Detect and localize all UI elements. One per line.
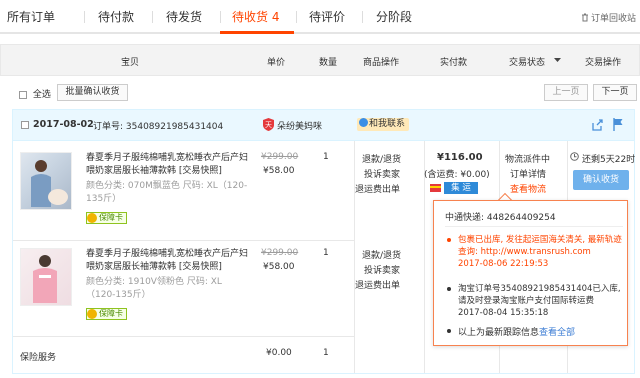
guarantee-label: 保障卡 [99,213,123,222]
contact-seller-label: 和我联系 [369,119,406,129]
tab-divider [152,11,153,23]
tracking-event-text: 包裹已出库, 发往起运国海关清关, 最新轨迹查询: http://www.tra… [458,235,622,257]
original-price: ¥299.00 [261,248,299,258]
item-spec: 颜色分类: 1910V领粉色 尺码: XL（120-135斤） [86,277,222,300]
select-all-label: 全选 [32,90,51,100]
item-title[interactable]: 春夏季月子服纯棉哺乳宽松睡衣产后产妇喂奶家居服长袖薄款韩 [交易快照] [86,152,251,178]
tab-divider [84,11,85,23]
freight-link[interactable]: 退运费出单 [355,278,400,291]
refund-link[interactable]: 退款/退货 [362,152,401,165]
item-spec: 颜色分类: 070M飘蓝色 尺码: XL（120-135斤） [86,181,248,204]
courier-tracking-number: 中通快递: 448264409254 [445,213,556,223]
guarantee-badge[interactable]: 保障卡 [86,212,127,224]
tab-divider [362,11,363,23]
select-all-checkbox[interactable] [19,90,27,99]
view-logistics-link[interactable]: 查看物流 [510,182,546,195]
trash-icon [581,13,588,22]
confirm-receipt-button[interactable]: 确认收货 [573,170,629,190]
prev-page-button[interactable]: 上一页 [544,84,588,101]
tab-pending-payment[interactable]: 待付款 [98,8,134,25]
complain-link[interactable]: 投诉卖家 [364,263,400,276]
complain-link[interactable]: 投诉卖家 [364,167,400,180]
tab-all[interactable]: 所有订单 [7,8,55,25]
order-number: 订单号: 35408921985431404 [93,122,224,132]
tracking-footer: 以上为最新跟踪信息查看全部 [458,325,575,338]
view-all-link[interactable]: 查看全部 [539,328,575,338]
col-price: 单价 [267,58,286,68]
event-dot [447,329,451,333]
logistics-status: 物流派件中 [505,155,551,165]
tab-divider [220,11,221,23]
clock-icon [570,152,579,161]
order-header: 2017-08-02 订单号: 35408921985431404 天 朵纷美妈… [12,109,635,141]
unit-price: ¥58.00 [263,262,295,272]
tracking-event-time: 2017-08-04 15:35:18 [458,308,549,318]
product-image[interactable] [20,248,72,306]
col-ops: 商品操作 [363,58,400,68]
shipping-fee: (含运费: ¥0.00) [424,170,490,180]
total-paid: ¥116.00 [437,152,483,163]
tracking-event-time: 2017-08-06 22:19:53 [458,259,549,269]
tracking-event-latest: 包裹已出库, 发往起运国海关清关, 最新轨迹查询: http://www.tra… [458,234,624,270]
event-dot [447,287,451,291]
tracking-footer-text: 以上为最新跟踪信息 [458,328,540,338]
refund-link[interactable]: 退款/退货 [362,248,401,261]
recycle-bin-label: 订单回收站 [590,14,636,24]
batch-confirm-button[interactable]: 批量确认收货 [57,84,128,101]
quantity: 1 [323,152,329,162]
col-status[interactable]: 交易状态 [509,55,545,68]
freight-link[interactable]: 退运费出单 [355,182,400,195]
select-all[interactable]: 全选 [19,87,51,100]
event-dot [447,238,451,242]
column-header: 宝贝 单价 数量 商品操作 实付款 交易状态 交易操作 [0,44,640,76]
insurance-price: ¥0.00 [266,348,292,358]
order-date: 2017-08-02 [33,119,94,130]
contact-seller[interactable]: 和我联系 [357,118,410,131]
consolidated-shipping-tag: 集 运 [444,182,478,194]
tab-staged[interactable]: 分阶段 [376,8,412,25]
item-title[interactable]: 春夏季月子服纯棉哺乳宽松睡衣产后产妇喂奶家居服长袖薄款韩 [交易快照] [86,248,251,274]
tab-pending-review[interactable]: 待评价 [309,8,345,25]
card-icon [430,184,441,192]
insurance-label: 保险服务 [20,353,57,363]
tab-divider [296,11,297,23]
tab-pending-shipment[interactable]: 待发货 [166,8,202,25]
tracking-event-text: 淘宝订单号35408921985431404已入库, 请及时登录淘宝账户支付国际… [458,284,621,306]
unit-price: ¥58.00 [263,166,295,176]
active-tab-indicator [220,31,294,34]
guarantee-icon [87,213,97,223]
original-price: ¥299.00 [261,152,299,162]
col-qty: 数量 [319,58,338,68]
countdown: 还剩5天22时 [582,155,636,165]
order-detail-link[interactable]: 订单详情 [510,167,546,180]
product-image[interactable] [20,152,72,210]
flag-icon[interactable] [613,118,623,131]
tracking-popover: 中通快递: 448264409254 包裹已出库, 发往起运国海关清关, 最新轨… [433,200,628,346]
order-checkbox[interactable] [21,121,29,129]
guarantee-badge[interactable]: 保障卡 [86,308,127,320]
tracking-event: 淘宝订单号35408921985431404已入库, 请及时登录淘宝账户支付国际… [458,283,624,319]
item-title-text[interactable]: 春夏季月子服纯棉哺乳宽松睡衣产后产妇喂奶家居服长袖薄款韩 [交易快照] [86,249,248,272]
order-tabs: 所有订单 待付款 待发货 待收货 4 待评价 分阶段 订单回收站 [0,0,640,34]
tab-pending-receipt[interactable]: 待收货 4 [232,8,279,25]
guarantee-label: 保障卡 [99,309,123,318]
col-paid: 实付款 [440,58,468,68]
guarantee-icon [87,309,97,319]
col-item: 宝贝 [121,58,140,68]
shop-name[interactable]: 朵纷美妈咪 [277,119,322,132]
shop-badge-icon: 天 [263,118,274,131]
share-icon[interactable] [591,119,603,131]
chevron-down-icon[interactable] [554,58,561,63]
quantity: 1 [323,248,329,258]
col-action: 交易操作 [585,58,622,68]
recycle-bin-link[interactable]: 订单回收站 [581,11,636,24]
item-title-text[interactable]: 春夏季月子服纯棉哺乳宽松睡衣产后产妇喂奶家居服长袖薄款韩 [交易快照] [86,153,248,176]
chat-icon [359,118,368,127]
next-page-button[interactable]: 下一页 [593,84,637,101]
insurance-qty: 1 [323,348,329,358]
svg-text:天: 天 [265,121,272,129]
